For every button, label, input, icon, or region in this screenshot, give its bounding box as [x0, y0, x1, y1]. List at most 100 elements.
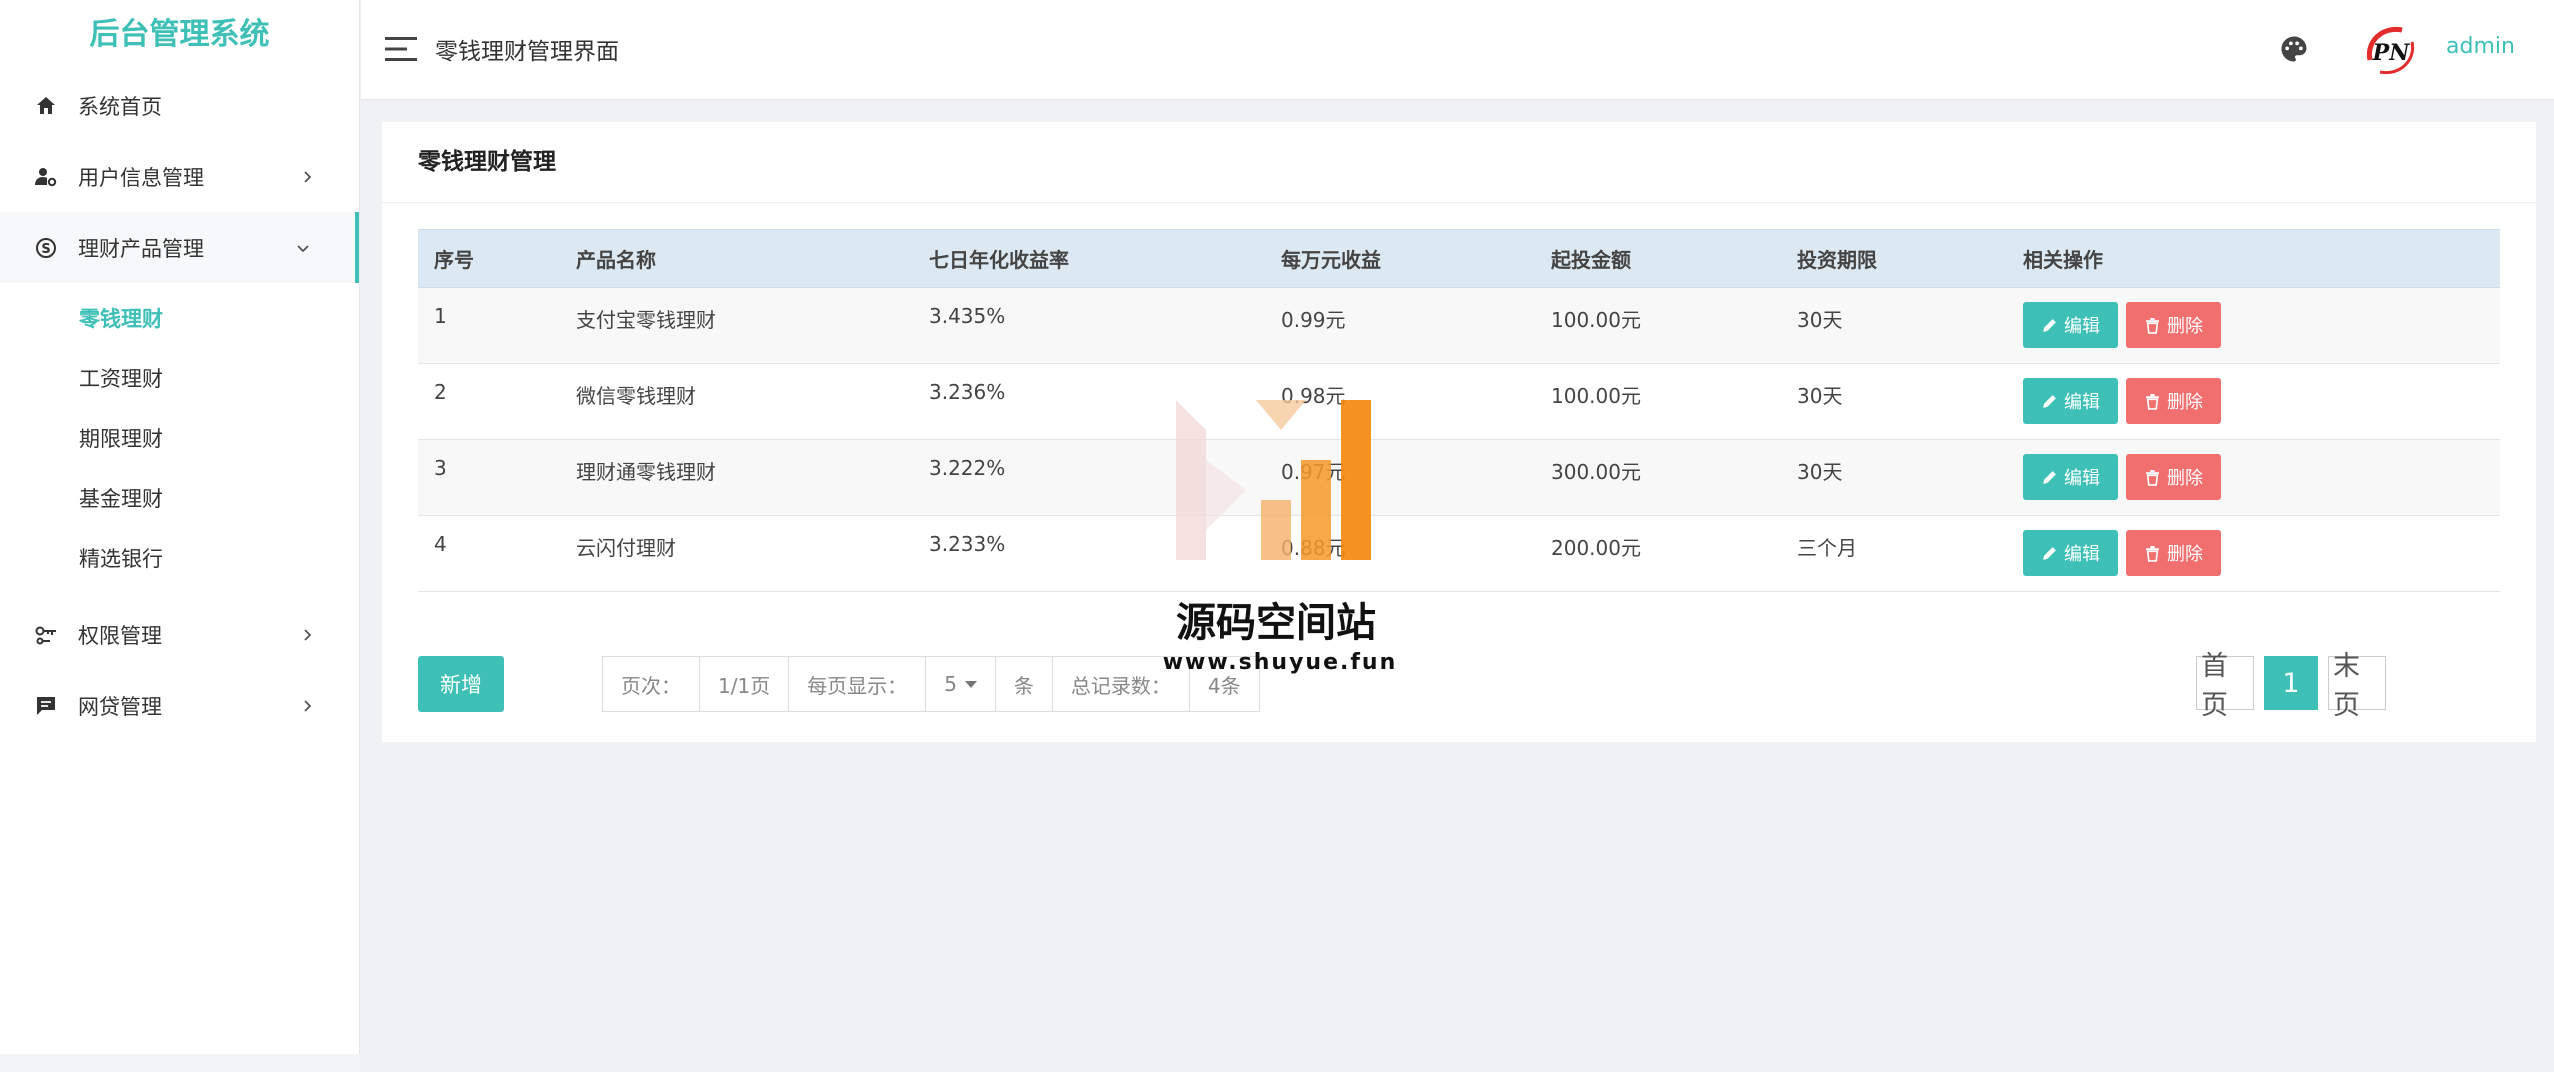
- sidebar-item-loan-management[interactable]: 网贷管理: [0, 670, 359, 741]
- cell-index: 2: [434, 380, 447, 404]
- edit-label: 编辑: [2064, 316, 2100, 337]
- top-header: 零钱理财管理界面 PN admin: [361, 0, 2554, 100]
- cell-yield: 3.435%: [929, 304, 1006, 328]
- per-page-value: 5: [944, 672, 957, 696]
- username-label[interactable]: admin: [2446, 34, 2515, 59]
- column-header: 起投金额: [1535, 229, 1781, 288]
- skype-icon: S: [32, 234, 60, 262]
- message-icon: [32, 692, 60, 720]
- delete-label: 删除: [2167, 316, 2203, 337]
- edit-button[interactable]: 编辑: [2023, 378, 2118, 424]
- sidebar: 后台管理系统 系统首页 用户信息管理 S 理财产品管理 零钱理财 工资理财 期限…: [0, 0, 360, 1072]
- first-page-button[interactable]: 首页: [2196, 651, 2254, 721]
- column-header: 投资期限: [1781, 229, 2007, 288]
- delete-button[interactable]: 删除: [2126, 454, 2221, 500]
- table-row: 4 云闪付理财 3.233% 0.88元 200.00元 三个月 编辑 删除: [418, 516, 2500, 592]
- trash-icon: [2146, 317, 2159, 334]
- per-page-select[interactable]: 5: [926, 657, 996, 711]
- submenu-item-term-finance[interactable]: 期限理财: [0, 409, 359, 469]
- trash-icon: [2146, 469, 2159, 486]
- trash-icon: [2146, 393, 2159, 410]
- sidebar-footer-strip: [0, 1054, 360, 1072]
- per-page-label: 每页显示：: [789, 657, 927, 711]
- delete-label: 删除: [2167, 544, 2203, 565]
- hamburger-menu-icon[interactable]: [385, 36, 417, 62]
- add-button[interactable]: 新增: [418, 656, 504, 712]
- cell-product-name: 云闪付理财: [576, 536, 676, 560]
- cell-min-amount: 300.00元: [1551, 460, 1641, 484]
- product-submenu: 零钱理财 工资理财 期限理财 基金理财 精选银行: [0, 283, 359, 599]
- cell-index: 1: [434, 304, 447, 328]
- chevron-right-icon: [304, 170, 312, 183]
- cell-term: 30天: [1797, 308, 1843, 332]
- cell-term: 30天: [1797, 460, 1843, 484]
- caret-down-icon: [964, 680, 977, 688]
- table-row: 1 支付宝零钱理财 3.435% 0.99元 100.00元 30天 编辑 删除: [418, 287, 2500, 364]
- sidebar-item-user-management[interactable]: 用户信息管理: [0, 141, 359, 212]
- edit-button[interactable]: 编辑: [2023, 454, 2118, 500]
- sidebar-item-home[interactable]: 系统首页: [0, 70, 359, 141]
- table-header-row: 序号 产品名称 七日年化收益率 每万元收益 起投金额 投资期限 相关操作: [418, 229, 2500, 288]
- cell-product-name: 微信零钱理财: [576, 384, 696, 408]
- cell-actions: 编辑 删除: [2007, 516, 2500, 592]
- per-page-unit: 条: [996, 657, 1053, 711]
- pencil-icon: [2043, 394, 2056, 408]
- delete-button[interactable]: 删除: [2126, 302, 2221, 348]
- edit-button[interactable]: 编辑: [2023, 302, 2118, 348]
- content-panel: 零钱理财管理 序号 产品名称 七日年化收益率 每万元收益 起投金额 投资期限 相…: [382, 122, 2536, 742]
- cell-min-amount: 100.00元: [1551, 384, 1641, 408]
- delete-button[interactable]: 删除: [2126, 530, 2221, 576]
- cell-index: 3: [434, 456, 447, 480]
- last-page-button[interactable]: 末页: [2328, 651, 2386, 721]
- submenu-item-fund-finance[interactable]: 基金理财: [0, 469, 359, 529]
- sidebar-item-label: 系统首页: [78, 94, 162, 119]
- home-icon: [32, 92, 60, 120]
- edit-button[interactable]: 编辑: [2023, 530, 2118, 576]
- chevron-down-icon: [297, 244, 309, 252]
- watermark-title: 源码空间站: [1176, 600, 1376, 646]
- svg-text:PN: PN: [2372, 40, 2411, 66]
- app-logo: 后台管理系统: [89, 17, 270, 52]
- submenu-item-salary-finance[interactable]: 工资理财: [0, 349, 359, 409]
- delete-button[interactable]: 删除: [2126, 378, 2221, 424]
- panel-title: 零钱理财管理: [382, 122, 2536, 203]
- user-settings-icon: [32, 163, 60, 191]
- cell-per-10k: 0.99元: [1281, 308, 1346, 332]
- column-header: 每万元收益: [1265, 229, 1535, 288]
- submenu-item-selected-bank[interactable]: 精选银行: [0, 529, 359, 589]
- page-title: 零钱理财管理界面: [435, 39, 619, 65]
- edit-label: 编辑: [2064, 544, 2100, 565]
- submenu-item-change-finance[interactable]: 零钱理财: [0, 289, 359, 349]
- cell-term: 30天: [1797, 384, 1843, 408]
- edit-label: 编辑: [2064, 392, 2100, 413]
- pencil-icon: [2043, 546, 2056, 560]
- table-row: 3 理财通零钱理财 3.222% 0.97元 300.00元 30天 编辑 删除: [418, 439, 2500, 516]
- cell-actions: 编辑 删除: [2007, 440, 2500, 516]
- page-value: 1/1页: [700, 657, 790, 711]
- trash-icon: [2146, 545, 2159, 562]
- current-page-button[interactable]: 1: [2264, 656, 2318, 710]
- table-row: 2 微信零钱理财 3.236% 0.98元 100.00元 30天 编辑 删除: [418, 364, 2500, 440]
- sidebar-item-label: 用户信息管理: [78, 165, 204, 190]
- user-avatar[interactable]: PN: [2360, 20, 2422, 82]
- column-header: 相关操作: [2007, 229, 2500, 288]
- sidebar-item-permission-management[interactable]: 权限管理: [0, 599, 359, 670]
- delete-label: 删除: [2167, 392, 2203, 413]
- pencil-icon: [2043, 470, 2056, 484]
- sidebar-item-label: 权限管理: [78, 623, 162, 648]
- watermark-logo-icon: [1176, 400, 1371, 560]
- svg-text:S: S: [41, 242, 50, 257]
- sidebar-item-product-management[interactable]: S 理财产品管理: [0, 212, 359, 283]
- pencil-icon: [2043, 318, 2056, 332]
- cell-index: 4: [434, 532, 447, 556]
- palette-icon[interactable]: [2279, 34, 2309, 64]
- cell-product-name: 支付宝零钱理财: [576, 308, 716, 332]
- chevron-right-icon: [304, 628, 312, 641]
- cell-min-amount: 100.00元: [1551, 308, 1641, 332]
- column-header: 产品名称: [560, 229, 913, 288]
- page-label: 页次：: [603, 657, 700, 711]
- edit-label: 编辑: [2064, 468, 2100, 489]
- cell-actions: 编辑 删除: [2007, 288, 2500, 364]
- pager: 首页 1 末页: [2196, 651, 2386, 721]
- chevron-right-icon: [304, 699, 312, 712]
